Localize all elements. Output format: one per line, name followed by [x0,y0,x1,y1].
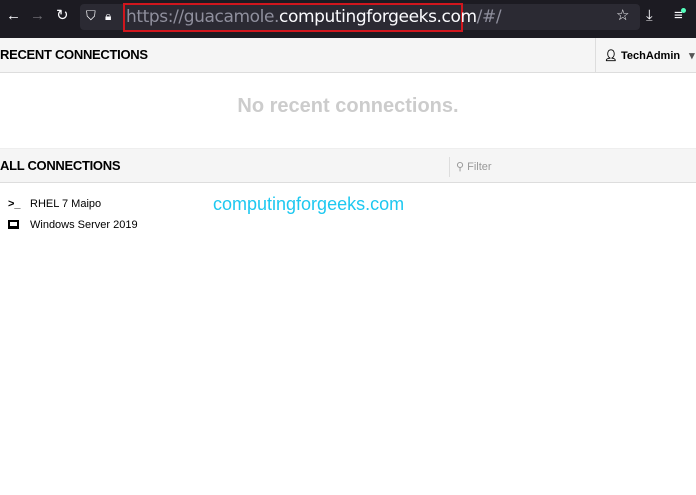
user-menu[interactable]: 👤︎ TechAdmin ▾ [595,38,696,73]
user-icon: 👤︎ [604,50,618,62]
all-connections-header: ALL CONNECTIONS ⚲ Filter [0,148,696,183]
reload-icon[interactable]: ↻ [56,8,69,24]
browser-toolbar: ← → ↻ ⛉ 🔒︎ https://guacamole.computingfo… [0,0,696,38]
connection-name: Windows Server 2019 [30,219,138,231]
watermark: computingforgeeks.com [213,194,405,214]
no-recent-message: No recent connections. [237,95,459,117]
monitor-icon [8,219,24,231]
url-prefix: https://guacamole. [126,7,280,27]
url-suffix: /#/ [476,7,502,27]
all-connections-title: ALL CONNECTIONS [0,158,121,173]
back-icon[interactable]: ← [6,8,21,24]
terminal-icon: >_ [8,198,21,210]
shield-icon[interactable]: ⛉ [86,8,96,24]
lock-icon[interactable]: 🔒︎ [105,8,111,24]
url-domain: computingforgeeks.com [279,7,477,27]
user-name: TechAdmin [621,50,681,62]
connection-item[interactable]: Windows Server 2019 [8,219,138,231]
download-icon[interactable]: ⤓ [646,8,653,24]
update-dot-icon [681,8,686,13]
url-text[interactable]: https://guacamole.computingforgeeks.com/… [126,7,502,27]
recent-connections-header: RECENT CONNECTIONS 👤︎ TechAdmin ▾ [0,38,696,73]
bookmark-star-icon[interactable]: ☆ [616,8,629,24]
connection-item[interactable]: >_ RHEL 7 Maipo [8,198,101,210]
forward-icon[interactable]: → [30,8,45,24]
chevron-down-icon: ▾ [689,50,695,62]
recent-connections-title: RECENT CONNECTIONS [0,47,148,62]
filter-input[interactable]: ⚲ Filter [449,157,492,177]
search-icon: ⚲ [456,161,465,173]
connection-name: RHEL 7 Maipo [30,198,102,210]
filter-placeholder: Filter [467,161,492,173]
